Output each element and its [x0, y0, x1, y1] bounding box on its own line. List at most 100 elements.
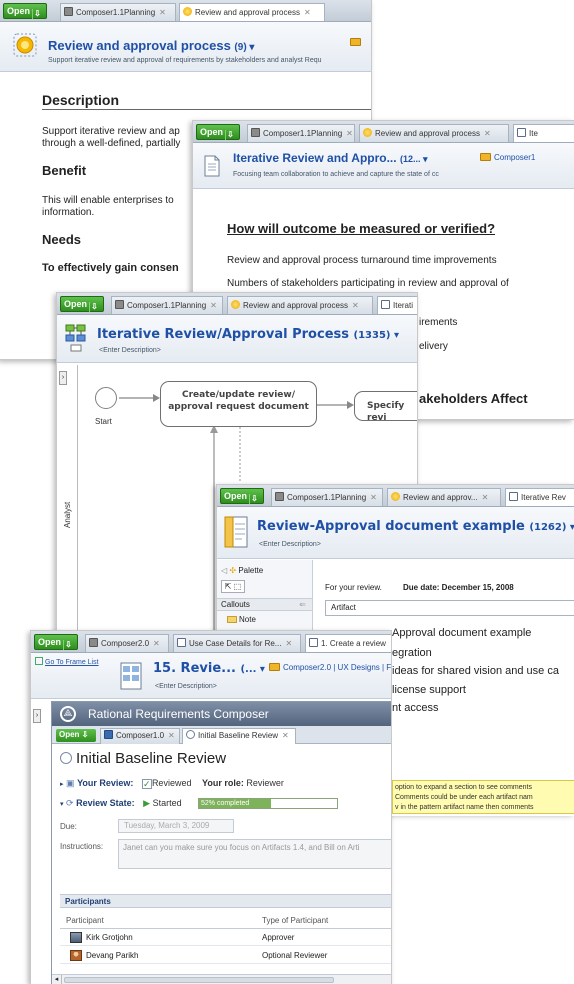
- close-icon[interactable]: ✕: [159, 8, 166, 17]
- close-icon[interactable]: ✕: [484, 129, 491, 138]
- close-icon[interactable]: ✕: [346, 129, 353, 138]
- open-arrow-icon: ⇩: [225, 130, 235, 140]
- composer-icon: [275, 492, 284, 501]
- tab-bar: Open ⇩ Composer1.1Planning ✕ Review and ap…: [0, 0, 371, 22]
- folder-link[interactable]: Composer1: [480, 153, 535, 162]
- avatar: [70, 950, 82, 961]
- open-button[interactable]: Open ⇩: [56, 729, 96, 742]
- palette-header[interactable]: ◁ ✣ Palette: [221, 566, 263, 575]
- benefit-text: information.: [42, 207, 95, 218]
- scroll-thumb[interactable]: [64, 977, 334, 983]
- tab-review-approval[interactable]: Review and approv... ✕: [387, 488, 501, 506]
- close-icon[interactable]: ✕: [153, 639, 160, 648]
- col-type: Type of Participant: [262, 916, 329, 925]
- version-count[interactable]: (... ▾: [240, 664, 264, 675]
- tab-bar: Open ⇩ Composer1.1Planning ✕ Review and ap…: [217, 485, 574, 507]
- your-review-row[interactable]: ▸ ▣ Your Review: ✓Reviewed Your role: Re…: [60, 778, 284, 789]
- create-update-node[interactable]: Create/update review/ approval request d…: [160, 381, 317, 427]
- description-text: through a well-defined, partially: [42, 138, 181, 149]
- comment-note[interactable]: option to expand a section to see commen…: [392, 780, 574, 814]
- close-icon[interactable]: ✕: [482, 493, 489, 502]
- version-count[interactable]: (12... ▾: [400, 154, 428, 164]
- col-participant: Participant: [66, 916, 104, 925]
- document-line: egration: [392, 647, 432, 659]
- specify-reviewers-node[interactable]: Specify revi: [354, 391, 417, 423]
- table-row[interactable]: Devang Parikh Optional Reviewer: [60, 948, 391, 964]
- review-progress-text: 52% completed: [201, 800, 250, 807]
- tab-use-case[interactable]: Use Case Details for Re... ✕: [173, 634, 301, 652]
- due-date-field[interactable]: Tuesday, March 3, 2009: [118, 819, 234, 833]
- tab-iterative[interactable]: Iterative Rev: [505, 488, 574, 506]
- document-content-overflow: Approval document example egration ideas…: [392, 620, 574, 816]
- app-title-bar: ⟁ Rational Requirements Composer: [52, 702, 391, 726]
- tab-composer-planning[interactable]: Composer1.1Planning ✕: [247, 124, 355, 142]
- needs-text: To effectively gain consen: [42, 262, 179, 274]
- table-divider: [60, 928, 391, 929]
- description-text: Support iterative review and ap: [42, 126, 180, 137]
- artifact-header: Review and approval process (9) ▾ Suppor…: [0, 22, 371, 72]
- select-tools[interactable]: ⇱ ⬚: [221, 580, 245, 593]
- note-icon: [227, 616, 237, 623]
- palette-icon: ✣: [229, 566, 237, 575]
- go-to-frame-list-link[interactable]: Go To Frame List: [35, 657, 99, 666]
- tab-bar: Open ⇩ Composer2.0 ✕ Use Case Details for …: [31, 631, 391, 653]
- close-icon[interactable]: ✕: [285, 639, 292, 648]
- horizontal-scrollbar[interactable]: ◂: [52, 974, 391, 984]
- open-button[interactable]: Open ⇩: [220, 488, 264, 504]
- tab-composer[interactable]: Composer2.0 ✕: [85, 634, 169, 652]
- tab-iterative[interactable]: Ite: [513, 124, 574, 142]
- document-icon: [309, 638, 318, 647]
- left-toggle[interactable]: ›: [33, 709, 41, 723]
- collapse-icon[interactable]: ⇐: [299, 599, 306, 611]
- tab-review-approval[interactable]: Review and approval process ✕: [359, 124, 509, 142]
- open-arrow-icon: ⇩: [63, 640, 73, 650]
- stakeholders-heading: akeholders Affect: [419, 391, 528, 406]
- open-arrow-icon: ⇩: [81, 730, 89, 739]
- close-icon[interactable]: ✕: [168, 731, 175, 740]
- review-status-icon: ▣: [66, 778, 75, 788]
- table-row[interactable]: Kirk Grotjohn Approver: [60, 930, 391, 946]
- instructions-field[interactable]: Janet can you make sure you focus on Art…: [118, 839, 391, 869]
- play-icon: ▶: [143, 798, 151, 808]
- expand-icon[interactable]: ▸: [60, 781, 64, 788]
- due-date-label: Due date: December 15, 2008: [403, 583, 514, 592]
- open-button[interactable]: Open ⇩: [196, 124, 240, 140]
- open-button[interactable]: Open ⇩: [3, 3, 47, 19]
- review-progress-bar: 52% completed: [198, 798, 338, 809]
- participant-name[interactable]: Kirk Grotjohn: [86, 933, 133, 942]
- tab-review-approval[interactable]: Review and approval process ✕: [179, 3, 325, 21]
- instructions-label: Instructions:: [60, 842, 104, 851]
- tab-composer-planning[interactable]: Composer1.1Planning ✕: [271, 488, 383, 506]
- participant-name[interactable]: Devang Parikh: [86, 951, 138, 960]
- tab-composer-planning[interactable]: Composer1.1Planning ✕: [60, 3, 176, 21]
- close-icon[interactable]: ✕: [304, 8, 311, 17]
- tab-create-review[interactable]: 1. Create a review: [305, 634, 391, 652]
- version-count[interactable]: (9) ▾: [234, 42, 254, 53]
- storyboard-icon: [119, 661, 143, 693]
- page-subtitle[interactable]: <Enter Description>: [259, 541, 321, 548]
- page-subtitle[interactable]: <Enter Description>: [155, 683, 217, 690]
- tab-composer[interactable]: Composer1.0 ✕: [100, 728, 180, 744]
- collapse-icon[interactable]: ▾: [60, 801, 64, 808]
- process-icon: [363, 128, 372, 137]
- folder-icon[interactable]: [350, 38, 364, 47]
- scroll-left-icon[interactable]: ◂: [52, 975, 62, 984]
- page-title: 15. Revie... (... ▾: [153, 661, 265, 676]
- close-icon[interactable]: ✕: [282, 731, 289, 740]
- artifact-field[interactable]: Artifact: [325, 600, 574, 616]
- tab-initial-baseline[interactable]: Initial Baseline Review ✕: [182, 728, 296, 744]
- page-title: Review-Approval document example (1262) …: [257, 519, 574, 534]
- artifact-header: Go To Frame List 15. Revie... (... ▾ Com…: [31, 653, 391, 699]
- inner-tab-bar: Open ⇩ Composer1.0 ✕ Initial Baseline Rev…: [52, 726, 391, 744]
- composer-icon: [89, 638, 98, 647]
- document-icon: [517, 128, 526, 137]
- version-count[interactable]: (1262) ▾: [529, 522, 574, 533]
- collapse-icon[interactable]: ◁: [221, 566, 227, 575]
- open-button[interactable]: Open ⇩: [34, 634, 78, 650]
- note-tool[interactable]: Note: [227, 615, 256, 624]
- folder-link[interactable]: Composer2.0 | UX Designs | F: [269, 663, 391, 672]
- callouts-header[interactable]: Callouts ⇐: [217, 598, 312, 611]
- document-line: license support: [392, 684, 466, 696]
- close-icon[interactable]: ✕: [370, 493, 377, 502]
- review-state-row[interactable]: ▾ ⟳ Review State: ▶ Started: [60, 798, 182, 809]
